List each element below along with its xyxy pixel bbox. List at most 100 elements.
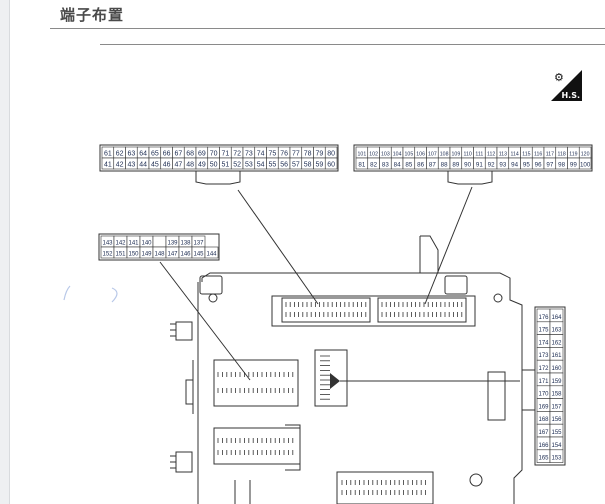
terminal-number: 79 <box>315 151 323 158</box>
terminal-number: 62 <box>116 151 124 158</box>
terminal-number: 144 <box>206 252 217 258</box>
connector-right-vertical-right-col: 164 163 162 161 160 159 158 157 156 155 154 153 <box>549 308 564 463</box>
terminal-number: 43 <box>127 162 135 169</box>
terminal-number: 60 <box>327 162 335 169</box>
terminal-number: 159 <box>551 379 562 385</box>
terminal-number: 96 <box>535 162 542 169</box>
terminal-number: 116 <box>534 152 542 158</box>
terminal-number: 41 <box>104 162 112 169</box>
terminal-number: 157 <box>551 404 562 410</box>
terminal-number: 113 <box>499 152 507 158</box>
terminal-number: 120 <box>581 152 590 158</box>
terminal-number: 156 <box>551 417 562 423</box>
terminal-number: 176 <box>538 315 549 321</box>
terminal-cell <box>152 235 167 248</box>
terminal-number: 64 <box>139 151 147 158</box>
terminal-number: 46 <box>163 162 171 169</box>
terminal-number: 142 <box>115 241 126 247</box>
terminal-number: 102 <box>369 152 378 158</box>
terminal-number: 99 <box>570 162 577 169</box>
terminal-number: 149 <box>141 252 152 258</box>
terminal-number: 90 <box>464 162 471 169</box>
terminal-number: 161 <box>551 353 562 359</box>
terminal-number: 80 <box>327 151 335 158</box>
terminal-number: 153 <box>551 456 562 462</box>
terminal-number: 92 <box>488 162 495 169</box>
terminal-number: 105 <box>405 152 414 158</box>
terminal-number: 163 <box>551 328 562 334</box>
leader-lines <box>159 186 520 389</box>
terminal-number: 118 <box>557 152 565 158</box>
terminal-number: 109 <box>452 152 461 158</box>
terminal-number: 83 <box>382 162 389 169</box>
terminal-number: 44 <box>139 162 147 169</box>
terminal-number: 169 <box>538 404 549 410</box>
terminal-number: 141 <box>128 241 139 247</box>
connector-right-vertical-left-col: 176 175 174 173 172 171 170 169 168 167 166 165 <box>536 308 551 463</box>
connector-top-right: 101 102 103 104 105 106 107 108 109 110 111 112 113 1… <box>353 144 593 185</box>
terminal-number: 94 <box>511 162 518 169</box>
terminal-number: 172 <box>538 366 549 372</box>
terminal-number: 170 <box>538 392 549 398</box>
terminal-number: 57 <box>292 162 300 169</box>
connector-top-left: 61 62 63 64 65 66 67 68 69 70 71 72 73 74 75 76 77 78 79 80… <box>99 144 339 185</box>
terminal-number: 50 <box>210 162 218 169</box>
connector-left-mid: 143 142 141 140 139 138 137 152 151 150 149 148 147… <box>98 233 220 261</box>
terminal-number: 72 <box>233 151 241 158</box>
terminal-number: 98 <box>558 162 565 169</box>
terminal-number: 51 <box>221 162 229 169</box>
terminal-number: 54 <box>257 162 265 169</box>
terminal-number: 82 <box>370 162 377 169</box>
terminal-number: 77 <box>292 151 300 158</box>
terminal-number: 162 <box>551 340 562 346</box>
terminal-number: 87 <box>429 162 436 169</box>
terminal-number: 73 <box>245 151 253 158</box>
terminal-number: 103 <box>381 152 390 158</box>
terminal-number: 104 <box>393 152 402 158</box>
terminal-number: 158 <box>551 392 562 398</box>
terminal-number: 146 <box>180 252 191 258</box>
terminal-number: 61 <box>104 151 112 158</box>
terminal-number: 89 <box>452 162 459 169</box>
terminal-number: 53 <box>245 162 253 169</box>
terminal-number: 84 <box>394 162 401 169</box>
faint-marks <box>63 285 118 303</box>
terminal-number: 108 <box>440 152 449 158</box>
connector-top-left-top-row: 61 62 63 64 65 66 67 68 69 70 71 72 73 74 75 76 77 78 79 80 <box>101 146 338 159</box>
terminal-number: 101 <box>358 152 367 158</box>
terminal-number: 150 <box>128 252 139 258</box>
terminal-number: 81 <box>358 162 365 169</box>
terminal-number: 137 <box>193 241 204 247</box>
terminal-number: 114 <box>510 152 518 158</box>
terminal-number: 166 <box>538 443 549 449</box>
terminal-number: 55 <box>268 162 276 169</box>
terminal-number: 74 <box>257 151 265 158</box>
terminal-number: 70 <box>210 151 218 158</box>
connector-top-left-bottom-row: 41 42 43 44 45 46 47 48 49 50 51 52 53 54 55 56 57 58 59 60 <box>101 157 338 170</box>
terminal-number: 119 <box>569 152 577 158</box>
terminal-number: 111 <box>475 152 483 158</box>
terminal-number: 78 <box>304 151 312 158</box>
terminal-number: 65 <box>151 151 159 158</box>
terminal-number: 58 <box>304 162 312 169</box>
terminal-number: 152 <box>102 252 113 258</box>
terminal-number: 138 <box>180 241 191 247</box>
terminal-number: 95 <box>523 162 530 169</box>
terminal-number: 100 <box>580 162 591 169</box>
terminal-number: 66 <box>163 151 171 158</box>
terminal-number: 165 <box>538 456 549 462</box>
terminal-number: 107 <box>428 152 437 158</box>
terminal-number: 117 <box>546 152 554 158</box>
terminal-number: 97 <box>546 162 553 169</box>
terminal-number: 171 <box>538 379 549 385</box>
connector-right-vertical: 176 175 174 173 172 171 170 169 168 167 166 165 164… <box>521 306 566 466</box>
terminal-number: 175 <box>538 328 549 334</box>
terminal-number: 110 <box>463 152 471 158</box>
connector-pin-hatching <box>217 302 463 495</box>
terminal-number: 155 <box>551 430 562 436</box>
terminal-number: 85 <box>405 162 412 169</box>
terminal-number: 71 <box>221 151 229 158</box>
connector-left-mid-bottom-row: 152 151 150 149 148 147 146 145 144 <box>100 246 219 259</box>
connector-top-right-top-row: 101 102 103 104 105 106 107 108 109 110 111 112 113 1… <box>355 146 592 159</box>
terminal-number: 47 <box>174 162 182 169</box>
